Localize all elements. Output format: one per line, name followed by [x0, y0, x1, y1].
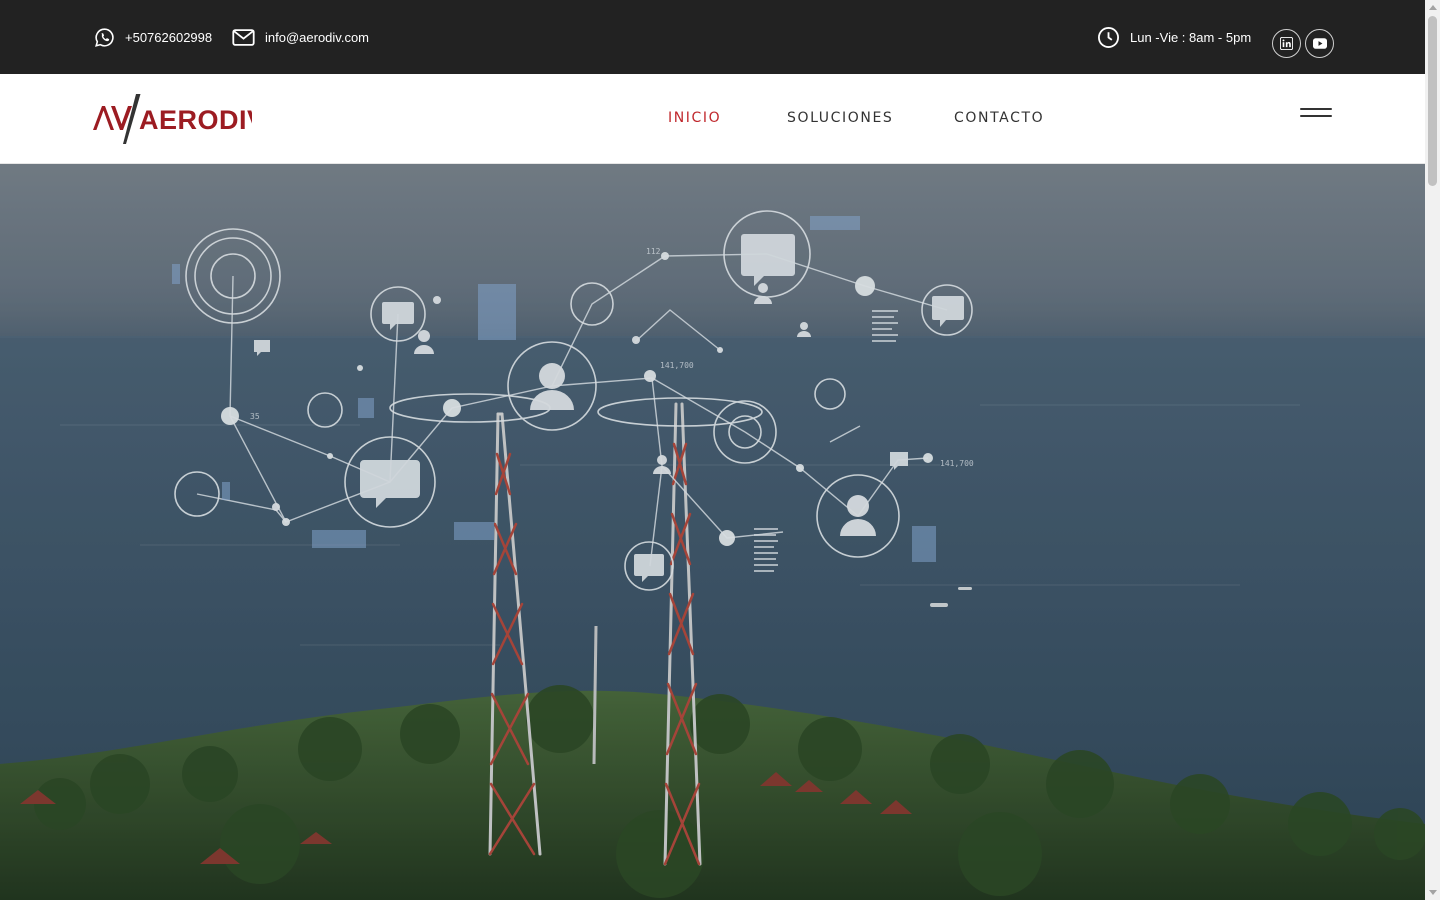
- linkedin-button[interactable]: [1272, 29, 1301, 58]
- hamburger-line: [1300, 108, 1332, 110]
- nav-item-soluciones[interactable]: SOLUCIONES: [787, 110, 893, 126]
- whatsapp-icon: [94, 27, 115, 48]
- phone-number: +50762602998: [125, 29, 213, 45]
- hamburger-line: [1300, 115, 1332, 117]
- mail-icon: [232, 28, 255, 46]
- linkedin-icon: [1280, 37, 1293, 50]
- email-contact[interactable]: info@aerodiv.com: [232, 0, 369, 74]
- clock-icon: [1097, 26, 1120, 49]
- business-hours: Lun -Vie : 8am - 5pm: [1097, 0, 1251, 74]
- phone-contact[interactable]: +50762602998: [94, 0, 212, 74]
- logo-wordmark: AERODIV: [139, 105, 252, 135]
- scroll-down-arrow[interactable]: [1429, 890, 1437, 895]
- hero-illustration: 35 141,700 141,700 112: [0, 164, 1425, 900]
- hero-banner: 35 141,700 141,700 112: [0, 164, 1425, 900]
- youtube-icon: [1312, 38, 1327, 49]
- scroll-thumb[interactable]: [1428, 16, 1437, 186]
- hamburger-icon[interactable]: [1300, 108, 1332, 124]
- email-address: info@aerodiv.com: [265, 29, 369, 45]
- nav-item-inicio[interactable]: INICIO: [668, 110, 721, 126]
- aerodiv-logo[interactable]: AERODIV: [92, 94, 265, 146]
- scroll-up-arrow[interactable]: [1429, 5, 1437, 10]
- nav-item-contacto[interactable]: CONTACTO: [954, 110, 1044, 126]
- youtube-button[interactable]: [1305, 29, 1334, 58]
- hero-overlay: [0, 164, 1425, 900]
- main-header: AERODIV INICIO SOLUCIONES CONTACTO: [0, 74, 1425, 164]
- hours-text: Lun -Vie : 8am - 5pm: [1130, 29, 1252, 45]
- logo-mark: [93, 94, 141, 144]
- top-info-bar: +50762602998 info@aerodiv.com Lun -Vie :…: [0, 0, 1425, 74]
- page-scrollbar[interactable]: [1425, 0, 1440, 900]
